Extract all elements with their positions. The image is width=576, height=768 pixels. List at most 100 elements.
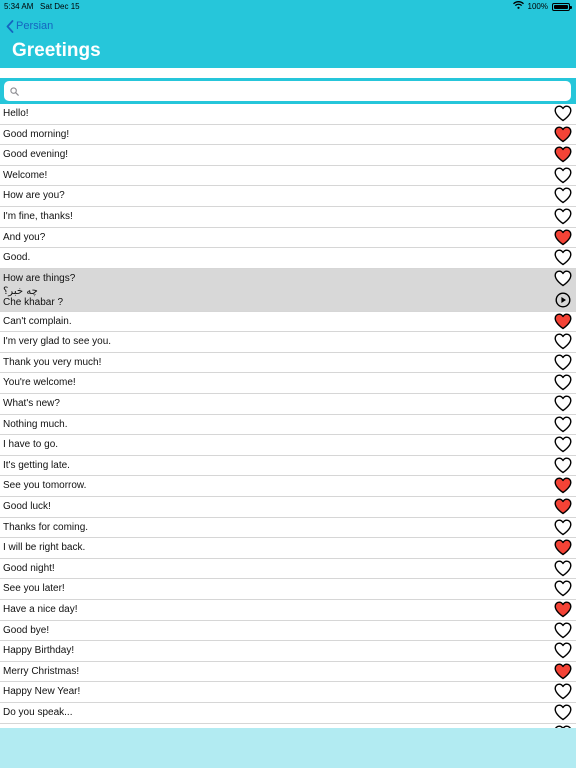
phrase-translation: چه خبر؟ [3,285,38,297]
phrase-label: It's getting late. [3,459,70,471]
heart-filled-icon[interactable] [554,313,572,330]
status-indicators: 100% [512,1,572,13]
heart-outline-icon[interactable] [554,105,572,122]
status-time-date: 5:34 AM Sat Dec 15 [4,1,80,13]
phrase-row[interactable]: Happy Birthday! [0,641,576,662]
heart-filled-icon[interactable] [554,477,572,494]
phrase-row[interactable]: Merry Christmas! [0,661,576,683]
phrase-row[interactable]: Good morning! [0,124,576,146]
phrase-row[interactable]: Good evening! [0,145,576,166]
battery-icon [552,3,572,11]
phrase-row[interactable]: It's getting late. [0,455,576,477]
phrase-label: How are you? [3,190,65,202]
heart-outline-icon[interactable] [554,270,572,287]
phrase-row[interactable]: Hello! [0,104,576,125]
heart-outline-icon[interactable] [554,457,572,474]
phrase-label: How are things? [3,272,76,284]
search-input[interactable] [23,85,571,97]
phrase-row[interactable]: How are things? چه خبر؟ Che khabar ? [0,268,576,312]
phrase-label: Good evening! [3,149,69,161]
heart-outline-icon[interactable] [554,580,572,597]
heart-outline-icon[interactable] [554,416,572,433]
heart-outline-icon[interactable] [554,642,572,659]
heart-outline-icon[interactable] [554,333,572,350]
heart-outline-icon[interactable] [554,187,572,204]
heart-filled-icon[interactable] [554,663,572,680]
heart-filled-icon[interactable] [554,146,572,163]
heart-filled-icon[interactable] [554,539,572,556]
battery-percent: 100% [527,2,548,11]
phrase-row[interactable]: And you? [0,227,576,249]
phrase-row[interactable]: Good. [0,248,576,269]
phrase-row[interactable]: I will be right back. [0,538,576,559]
phrase-label: Good morning! [3,128,70,140]
phrase-row[interactable]: Thanks for coming. [0,517,576,539]
heart-outline-icon[interactable] [554,208,572,225]
phrase-row[interactable]: Nothing much. [0,414,576,436]
heart-outline-icon[interactable] [554,683,572,700]
heart-filled-icon[interactable] [554,498,572,515]
battery-level [554,5,568,9]
heart-outline-icon[interactable] [554,249,572,266]
phrase-row[interactable]: Good night! [0,558,576,580]
heart-outline-icon[interactable] [554,374,572,391]
phrase-label: Good bye! [3,624,50,636]
status-time: 5:34 AM [4,2,34,11]
phrase-label: I will be right back. [3,542,86,554]
phrase-row[interactable]: How are you? [0,186,576,207]
heart-outline-icon[interactable] [554,704,572,721]
bottom-bar [0,728,576,768]
heart-outline-icon[interactable] [554,519,572,536]
phrase-label: Good night! [3,562,55,574]
phrase-label: Hello! [3,108,29,119]
phrase-list: Hello! Good morning! Good evening! Welcome!… [0,104,576,728]
phrase-label: Have a nice day! [3,603,78,615]
search-bar [0,78,576,104]
heart-filled-icon[interactable] [554,601,572,618]
heart-filled-icon[interactable] [554,229,572,246]
phrase-label: I'm very glad to see you. [3,336,112,348]
phrase-label: Happy Birthday! [3,645,75,657]
phrase-row[interactable]: Welcome! [0,165,576,187]
phrase-label: Thank you very much! [3,356,102,368]
phrase-label: You're welcome! [3,377,76,389]
phrase-row[interactable]: Good bye! [0,620,576,642]
phrase-row[interactable]: See you tomorrow. [0,476,576,497]
phrase-row[interactable]: Good luck! [0,496,576,518]
phrase-row[interactable]: I'm fine, thanks! [0,206,576,228]
phrase-row[interactable]: You're welcome! [0,373,576,395]
phrase-row[interactable]: Do you speak... [0,702,576,724]
play-audio-icon[interactable] [555,292,571,308]
phrase-row[interactable]: I have to go. [0,435,576,456]
phrase-label: Thanks for coming. [3,521,89,533]
heart-outline-icon[interactable] [554,395,572,412]
status-bar: 5:34 AM Sat Dec 15 100% [0,0,576,14]
phrase-row[interactable]: Can't complain. [0,311,576,333]
phrase-row[interactable]: Thank you very much! [0,352,576,374]
phrase-row[interactable]: Happy New Year! [0,682,576,703]
phrase-label: Happy New Year! [3,686,81,698]
heart-outline-icon[interactable] [554,354,572,371]
search-field[interactable] [4,81,571,101]
phrase-label: Merry Christmas! [3,665,80,677]
chevron-left-icon [6,19,14,33]
phrase-row[interactable]: See you later! [0,579,576,600]
phrase-row[interactable]: I'm very glad to see you. [0,332,576,353]
heart-outline-icon[interactable] [554,436,572,453]
back-button[interactable]: Persian [6,17,53,35]
status-date: Sat Dec 15 [40,2,80,11]
phrase-label: Welcome! [3,169,48,181]
heart-filled-icon[interactable] [554,126,572,143]
heart-outline-icon[interactable] [554,167,572,184]
back-button-label: Persian [16,20,54,32]
phrase-label: What's new? [3,398,60,410]
heart-outline-icon[interactable] [554,560,572,577]
phrase-label: See you tomorrow. [3,480,87,492]
phrase-label: Nothing much. [3,418,68,430]
phrase-row[interactable]: Have a nice day! [0,599,576,621]
heart-outline-icon[interactable] [554,622,572,639]
phrase-label: Do you speak... [3,706,73,718]
phrase-row[interactable]: What's new? [0,394,576,415]
phrase-label: I have to go. [3,439,59,451]
phrase-label: Can't complain. [3,315,72,327]
